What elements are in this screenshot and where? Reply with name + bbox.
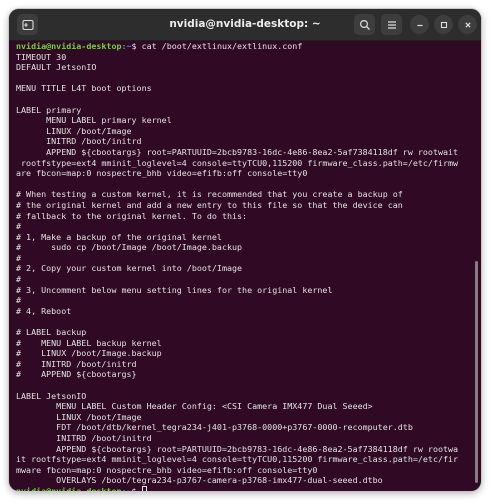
output-line: # the original kernel and add a new entr…: [16, 199, 403, 210]
output-line: DEFAULT JetsonIO: [16, 62, 97, 73]
output-line: LABEL JetsonIO: [16, 390, 87, 401]
terminal-output[interactable]: nvidia@nvidia-desktop:~$ cat /boot/extli…: [9, 41, 481, 491]
maximize-button[interactable]: [434, 15, 453, 34]
output-line: MENU LABEL Custom Header Config: <CSI Ca…: [16, 401, 373, 412]
output-line: are fbcon=map:0 nospectre_bhb video=efif…: [16, 168, 308, 179]
output-line: # LINUX /boot/Image.backup: [16, 348, 162, 359]
output-line: mware fbcon=map:0 nospectre_bhb video=ef…: [16, 464, 318, 475]
prompt-path: :~: [121, 41, 132, 51]
terminal-window: nvidia@nvidia-desktop: ~ nvidia@nvidia-d…: [9, 9, 481, 491]
output-line: #: [16, 252, 22, 263]
output-line: # LABEL backup: [16, 327, 87, 338]
output-line: MENU TITLE L4T boot options: [16, 83, 152, 94]
output-line: INITRD /boot/initrd: [16, 432, 152, 443]
output-line: # APPEND ${cbootargs}: [16, 369, 137, 380]
output-line: INITRD /boot/initrd: [16, 136, 142, 147]
prompt-user-host: nvidia@nvidia-desktop: [16, 41, 122, 51]
output-line: #: [16, 295, 22, 306]
output-line: # 2, Copy your custom kernel into /boot/…: [16, 263, 243, 274]
output-line: # INITRD /boot/initrd: [16, 358, 137, 369]
prompt-path: :~: [121, 485, 132, 491]
close-icon: [464, 21, 471, 28]
output-line: rootfstype=ext4 mminit_loglevel=4 consol…: [16, 157, 459, 168]
text-cursor: [141, 485, 147, 491]
active-prompt-line[interactable]: nvidia@nvidia-desktop:~$: [16, 485, 476, 491]
command-line: nvidia@nvidia-desktop:~$ cat /boot/extli…: [16, 41, 476, 52]
close-button[interactable]: [458, 15, 477, 34]
command-text: cat /boot/extlinux/extlinux.conf: [141, 41, 303, 51]
menu-button[interactable]: [381, 14, 402, 35]
output-block: TIMEOUT 30 DEFAULT JetsonIO MENU TITLE L4T…: [16, 52, 476, 486]
output-line: # fallback to the original kernel. To do…: [16, 210, 248, 221]
output-line: # 4, Reboot: [16, 305, 72, 316]
output-line: MENU LABEL primary kernel: [16, 115, 172, 126]
prompt-symbol: $: [131, 41, 142, 51]
output-line: TIMEOUT 30: [16, 51, 67, 62]
output-line: # sudo cp /boot/Image /boot/Image.backup: [16, 242, 243, 253]
new-tab-icon: [21, 19, 34, 30]
output-line: FDT /boot/dtb/kernel_tegra234-j401-p3768…: [16, 422, 413, 433]
output-line: #: [16, 274, 22, 285]
minimize-button[interactable]: [410, 15, 429, 34]
output-line: # MENU LABEL backup kernel: [16, 337, 162, 348]
output-line: OVERLAYS /boot/tegra234-p3767-camera-p37…: [16, 475, 383, 486]
output-line: #: [16, 221, 22, 232]
title-bar[interactable]: nvidia@nvidia-desktop: ~: [9, 9, 481, 41]
output-line: it rootfstype=ext4 mminit_loglevel=4 con…: [16, 454, 459, 465]
search-icon: [359, 19, 370, 30]
output-line: LABEL primary: [16, 104, 82, 115]
prompt-user-host: nvidia@nvidia-desktop: [16, 485, 122, 491]
hamburger-menu-icon: [387, 20, 396, 29]
output-line: # When testing a custom kernel, it is re…: [16, 189, 403, 200]
output-line: LINUX /boot/Image: [16, 411, 142, 422]
scrollbar[interactable]: [475, 261, 478, 483]
search-button[interactable]: [354, 14, 375, 35]
minimize-icon: [417, 24, 422, 26]
prompt-symbol: $: [131, 485, 142, 491]
maximize-icon: [440, 21, 447, 28]
output-line: APPEND ${cbootargs} root=PARTUUID=2bcb97…: [16, 146, 459, 157]
output-line: # 3, Uncomment below menu setting lines …: [16, 284, 333, 295]
output-line: APPEND ${cbootargs} root=PARTUUID=2bcb97…: [16, 443, 459, 454]
output-line: LINUX /boot/Image: [16, 125, 132, 136]
output-line: # 1, Make a backup of the original kerne…: [16, 231, 222, 242]
new-tab-button[interactable]: [17, 14, 38, 35]
